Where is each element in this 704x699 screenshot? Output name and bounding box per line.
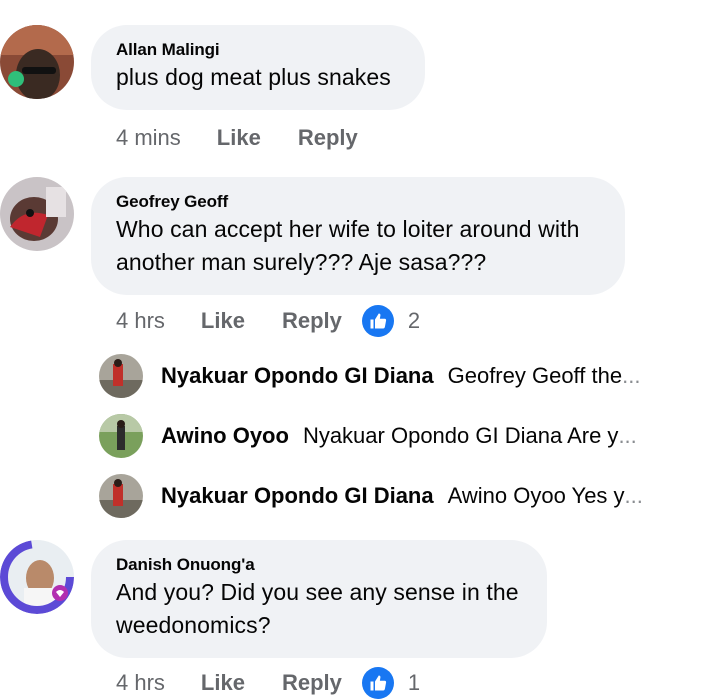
comment-actions-2: 4 hrs Like Reply 2 bbox=[116, 305, 421, 337]
comment-actions-1: 4 mins Like Reply bbox=[116, 123, 395, 153]
reply-ellipsis: ... bbox=[624, 483, 643, 508]
comment-time[interactable]: 4 hrs bbox=[116, 308, 165, 334]
comment-bubble-2: Geofrey Geoff Who can accept her wife to… bbox=[91, 177, 625, 295]
comment-text-line-1: Who can accept her wife to loiter around… bbox=[116, 216, 580, 242]
avatar-nyakuar-opondo[interactable] bbox=[99, 474, 143, 518]
avatar-nyakuar-opondo[interactable] bbox=[99, 354, 143, 398]
comment-text-line-2: weedonomics? bbox=[116, 612, 271, 638]
comment-text-line-1: And you? Did you see any sense in the bbox=[116, 579, 519, 605]
avatar-geofrey-geoff[interactable] bbox=[0, 177, 74, 251]
reaction-summary[interactable]: 2 bbox=[361, 305, 421, 337]
reply-button[interactable]: Reply bbox=[282, 670, 342, 696]
avatar-awino-oyoo[interactable] bbox=[99, 414, 143, 458]
reply-snippet: Nyakuar Opondo GI Diana Are y bbox=[302, 423, 619, 448]
comment-time[interactable]: 4 hrs bbox=[116, 670, 165, 696]
comment-author[interactable]: Geofrey Geoff bbox=[116, 191, 599, 213]
like-button[interactable]: Like bbox=[201, 670, 245, 696]
like-button[interactable]: Like bbox=[201, 308, 245, 334]
avatar-danish-onuonga[interactable] bbox=[0, 540, 74, 614]
reply-button[interactable]: Reply bbox=[298, 125, 358, 151]
reply-ellipsis: ... bbox=[618, 423, 637, 448]
thumbs-up-icon bbox=[361, 305, 394, 337]
reply-button[interactable]: Reply bbox=[282, 308, 342, 334]
reaction-count: 1 bbox=[407, 670, 421, 695]
avatar-allan-malingi[interactable] bbox=[0, 25, 74, 99]
reply-author[interactable]: Nyakuar Opondo GI Diana bbox=[161, 483, 434, 509]
reply-author[interactable]: Awino Oyoo bbox=[161, 423, 289, 449]
reply-preview-2[interactable]: Awino Oyoo Nyakuar Opondo GI Diana Are y… bbox=[99, 414, 699, 458]
reply-preview-3[interactable]: Nyakuar Opondo GI Diana Awino Oyoo Yes y… bbox=[99, 474, 699, 518]
comment-bubble-1: Allan Malingi plus dog meat plus snakes bbox=[91, 25, 425, 110]
comment-time[interactable]: 4 mins bbox=[116, 125, 181, 151]
comment-author[interactable]: Allan Malingi bbox=[116, 39, 399, 61]
comment-bubble-3: Danish Onuong'a And you? Did you see any… bbox=[91, 540, 547, 658]
like-button[interactable]: Like bbox=[217, 125, 261, 151]
reply-snippet: Awino Oyoo Yes y bbox=[447, 483, 625, 508]
reaction-count: 2 bbox=[407, 308, 421, 333]
comment-text-line-2: another man surely??? Aje sasa??? bbox=[116, 249, 487, 275]
reply-author[interactable]: Nyakuar Opondo GI Diana bbox=[161, 363, 434, 389]
reaction-summary[interactable]: 1 bbox=[361, 667, 421, 699]
comment-author[interactable]: Danish Onuong'a bbox=[116, 554, 521, 576]
reply-preview-1[interactable]: Nyakuar Opondo GI Diana Geofrey Geoff th… bbox=[99, 354, 699, 398]
reply-snippet: Geofrey Geoff the bbox=[447, 363, 623, 388]
comment-actions-3: 4 hrs Like Reply 1 bbox=[116, 667, 421, 699]
thumbs-up-icon bbox=[361, 667, 394, 699]
reply-ellipsis: ... bbox=[622, 363, 641, 388]
comment-text: plus dog meat plus snakes bbox=[116, 64, 391, 90]
